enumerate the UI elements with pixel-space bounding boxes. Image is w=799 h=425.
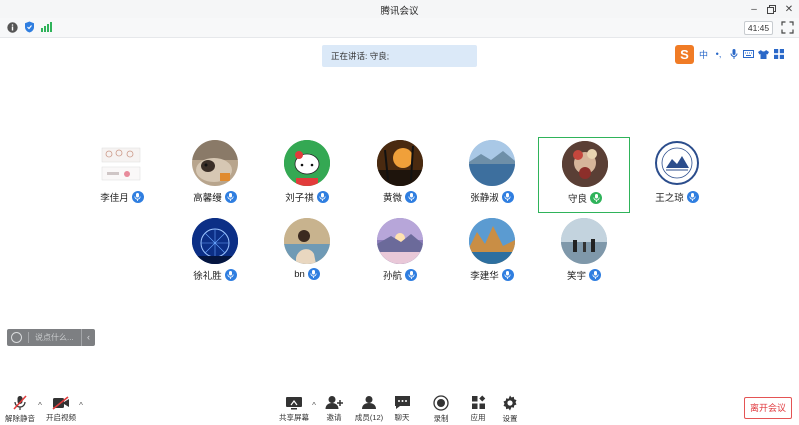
ime-mode[interactable]: 中 (698, 48, 709, 61)
participant-name: 黄微 (382, 193, 402, 204)
participant-name: 笑宇 (566, 271, 586, 282)
ime-skin-icon[interactable] (758, 49, 769, 59)
share-screen-button[interactable]: 共享屏幕 (274, 395, 314, 423)
participant-tile[interactable]: 孙航 (354, 215, 446, 291)
participant-tile[interactable]: 笑宇 (538, 215, 630, 291)
meeting-timer: 41:45 (744, 21, 773, 35)
avatar (377, 140, 423, 186)
start-video-button[interactable]: 开启视频 (41, 395, 81, 423)
participant-name: 刘子祺 (285, 193, 314, 204)
avatar (99, 140, 145, 186)
chat-input[interactable]: 说点什么... ‹ (7, 329, 95, 346)
window-title: 腾讯会议 (380, 6, 419, 17)
avatar (654, 140, 700, 186)
participant-tile[interactable]: 李佳月 (76, 137, 168, 213)
avatar (469, 140, 515, 186)
apps-icon (469, 395, 487, 410)
ime-voice-icon[interactable] (728, 48, 739, 60)
settings-button[interactable]: 设置 (490, 395, 530, 423)
ime-keyboard-icon[interactable] (743, 50, 754, 58)
fullscreen-icon[interactable] (781, 21, 794, 34)
participant-tile[interactable]: 黄微 (354, 137, 446, 213)
members-icon (360, 395, 378, 410)
collapse-chat-icon[interactable]: ‹ (81, 329, 95, 346)
mic-on-icon[interactable] (224, 269, 237, 281)
mic-muted-icon (11, 395, 29, 411)
participant-tile[interactable]: 高馨缦 (169, 137, 261, 213)
camera-off-icon (52, 395, 70, 410)
participant-tile-active-speaker[interactable]: 守良 (538, 137, 630, 213)
divider (28, 332, 29, 343)
title-bar: 腾讯会议 – ✕ (0, 0, 799, 18)
record-icon (432, 395, 450, 411)
participant-name: 孙航 (382, 271, 402, 282)
mic-on-icon[interactable] (405, 191, 417, 203)
leave-meeting-button[interactable]: 离开会议 (744, 397, 792, 419)
shield-icon[interactable] (23, 21, 35, 33)
mic-on-icon[interactable] (316, 191, 329, 203)
participant-tile[interactable]: 王之琼 (631, 137, 723, 213)
sogou-logo-icon[interactable]: S (675, 44, 694, 64)
avatar (284, 140, 330, 186)
participant-tile[interactable]: 徐礼胜 (169, 215, 261, 291)
chat-button[interactable]: 聊天 (382, 395, 422, 423)
mic-on-icon[interactable] (307, 268, 320, 280)
ime-toolbar[interactable]: S 中 •, (675, 44, 793, 64)
restore-icon[interactable] (764, 2, 778, 16)
record-button[interactable]: 录制 (421, 395, 461, 423)
avatar (469, 218, 515, 264)
mic-speaking-icon[interactable] (590, 192, 602, 204)
mic-on-icon[interactable] (501, 269, 514, 281)
chevron-up-icon[interactable]: ^ (77, 401, 85, 410)
participant-name: bn (294, 268, 305, 280)
minimize-icon[interactable]: – (747, 2, 761, 16)
participant-name: 徐礼胜 (193, 271, 222, 282)
chat-placeholder: 说点什么... (35, 333, 74, 342)
meeting-toolbar: 解除静音 ^ 开启视频 ^ 共享屏幕 ^ 邀请 成员(12) 聊天 录制 应用 … (0, 389, 799, 425)
chat-icon (393, 395, 411, 410)
mic-on-icon[interactable] (405, 269, 417, 281)
participant-tile[interactable]: 张静淑 (446, 137, 538, 213)
ime-punctuation[interactable]: •, (713, 49, 724, 59)
mic-on-icon[interactable] (686, 191, 699, 203)
participant-tile[interactable]: bn (261, 215, 353, 291)
avatar (284, 218, 330, 264)
info-icon[interactable] (6, 21, 18, 33)
ime-toolbox-icon[interactable] (773, 49, 784, 59)
participant-name: 李建华 (470, 271, 499, 282)
emoji-icon[interactable] (11, 332, 22, 343)
share-screen-icon (285, 395, 303, 410)
mic-on-icon[interactable] (589, 269, 601, 281)
avatar (192, 218, 238, 264)
status-bar: 41:45 (0, 18, 799, 38)
avatar (192, 140, 238, 186)
participant-name: 守良 (567, 194, 587, 205)
speaking-banner: 正在讲话: 守良; (322, 45, 477, 67)
gear-icon (501, 395, 519, 411)
participant-name: 高馨缦 (193, 193, 222, 204)
signal-icon[interactable] (40, 21, 52, 33)
avatar (562, 141, 608, 187)
avatar (377, 218, 423, 264)
unmute-button[interactable]: 解除静音 (0, 395, 40, 423)
avatar (561, 218, 607, 264)
add-user-icon (325, 395, 343, 410)
mic-on-icon[interactable] (501, 191, 514, 203)
mic-on-icon[interactable] (131, 191, 144, 203)
close-icon[interactable]: ✕ (782, 2, 796, 16)
participant-name: 王之琼 (655, 193, 684, 204)
participant-tile[interactable]: 李建华 (446, 215, 538, 291)
invite-button[interactable]: 邀请 (314, 395, 354, 423)
participant-name: 李佳月 (100, 193, 129, 204)
mic-on-icon[interactable] (224, 191, 237, 203)
participant-name: 张静淑 (470, 193, 499, 204)
participant-tile[interactable]: 刘子祺 (261, 137, 353, 213)
